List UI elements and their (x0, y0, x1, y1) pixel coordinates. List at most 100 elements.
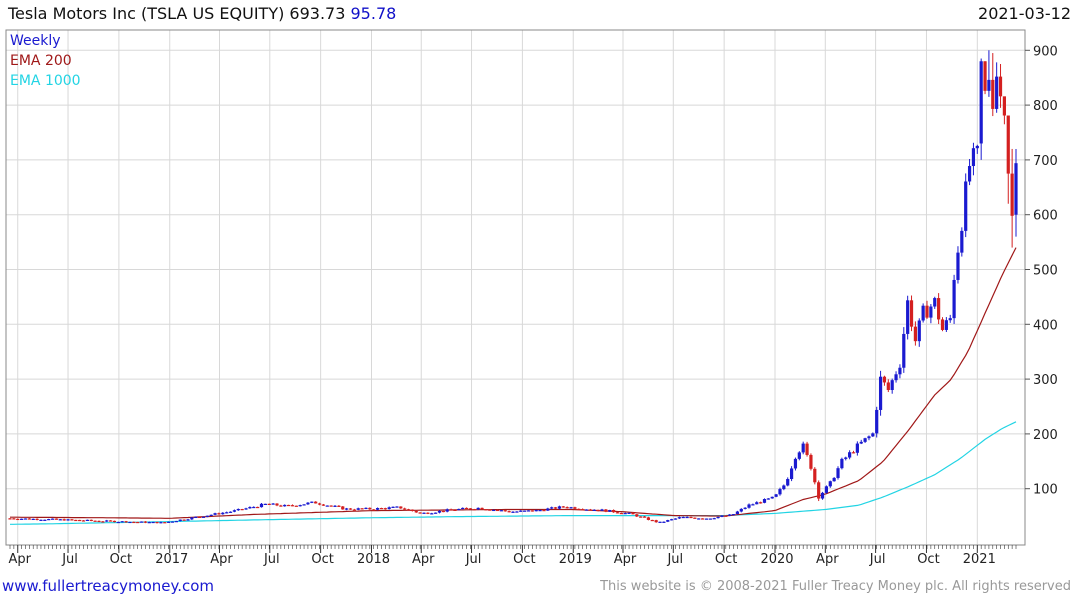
candle-down (805, 443, 809, 455)
candle-down (503, 510, 507, 512)
legend: Weekly EMA 200 EMA 1000 (10, 33, 81, 89)
candle-down (383, 508, 387, 510)
candle-down (93, 520, 97, 522)
candle-down (317, 503, 322, 505)
candle-up (824, 486, 829, 493)
candle-up (128, 521, 132, 524)
candle-up (708, 518, 712, 520)
candle-down (631, 512, 635, 515)
candle-up (743, 507, 747, 509)
candle-up (766, 498, 770, 500)
candle-down (124, 521, 128, 523)
x-tick-label: Apr (614, 552, 637, 567)
candle-up (836, 468, 840, 478)
candle-down (329, 505, 333, 507)
candle-up (310, 501, 314, 503)
candle-up (550, 507, 554, 509)
candle-up (194, 516, 198, 519)
candle-down (112, 520, 117, 523)
candle-up (840, 458, 844, 469)
candle-down (913, 326, 917, 342)
candle-up (967, 166, 972, 182)
x-tick-label: 2021 (963, 552, 996, 567)
candle-up (120, 521, 124, 523)
candle-up (762, 499, 767, 503)
candle-up (186, 519, 190, 521)
ema-200-line (10, 247, 1017, 519)
candle-up (271, 503, 275, 505)
candle-up (228, 511, 233, 513)
candle-down (12, 518, 16, 520)
candle-up (147, 522, 151, 524)
candle-up (971, 148, 976, 167)
candle-down (983, 61, 987, 91)
candle-down (650, 519, 654, 522)
candle-down (488, 509, 492, 511)
candle-up (519, 510, 523, 512)
candle-down (35, 518, 39, 521)
candle-down (136, 521, 140, 524)
grid-lines (6, 30, 1025, 545)
candle-up (178, 519, 182, 522)
candle-down (426, 512, 430, 514)
candle-up (232, 510, 237, 512)
y-tick-label: 300 (1033, 373, 1058, 388)
candle-up (395, 506, 399, 508)
candle-up (457, 508, 461, 511)
candle-up (461, 507, 465, 510)
candle-down (418, 512, 422, 514)
candle-up (1014, 163, 1018, 215)
candle-up (673, 518, 678, 520)
candle-up (933, 298, 937, 307)
candle-up (391, 506, 395, 508)
candle-up (894, 374, 898, 381)
candle-up (58, 519, 62, 521)
candle-up (151, 521, 155, 524)
candle-down (646, 517, 651, 520)
candle-up (921, 305, 925, 321)
candle-down (553, 507, 558, 509)
candle-down (341, 506, 345, 510)
ema-200-layer (10, 247, 1017, 519)
candle-up (944, 320, 948, 330)
candle-down (654, 520, 658, 523)
candle-down (565, 507, 569, 509)
candle-up (167, 521, 171, 523)
candle-up (697, 518, 701, 520)
candle-up (23, 518, 28, 520)
plot-frame (5, 29, 1026, 546)
candle-down (294, 505, 298, 507)
candle-up (476, 507, 480, 510)
candle-up (225, 512, 229, 514)
candle-down (700, 518, 705, 520)
candle-down (468, 508, 473, 510)
candle-down (619, 512, 623, 515)
candle-up (499, 510, 503, 512)
candle-up (670, 519, 674, 521)
candle-down (484, 509, 488, 511)
candle-up (848, 452, 852, 458)
candle-up (820, 492, 825, 499)
candle-up (793, 458, 798, 469)
candle-up (592, 509, 596, 512)
site-link[interactable]: www.fullertreacymoney.com (2, 577, 214, 595)
candle-down (372, 509, 376, 511)
x-tick-label: Apr (210, 552, 233, 567)
candle-up (345, 508, 349, 510)
candle-up (325, 505, 329, 507)
candle-up (735, 511, 740, 515)
candle-up (31, 518, 35, 521)
candle-down (581, 509, 585, 511)
legend-entry: EMA 1000 (10, 73, 81, 89)
candle-up (50, 518, 55, 520)
candle-down (573, 507, 577, 509)
candle-up (747, 504, 751, 508)
candle-up (828, 481, 832, 487)
legend-entry: Weekly (10, 33, 61, 49)
candle-up (66, 519, 70, 521)
candle-up (666, 520, 670, 522)
candle-up (662, 521, 666, 523)
candle-down (693, 517, 697, 519)
candle-up (139, 521, 144, 523)
candle-up (608, 510, 612, 512)
